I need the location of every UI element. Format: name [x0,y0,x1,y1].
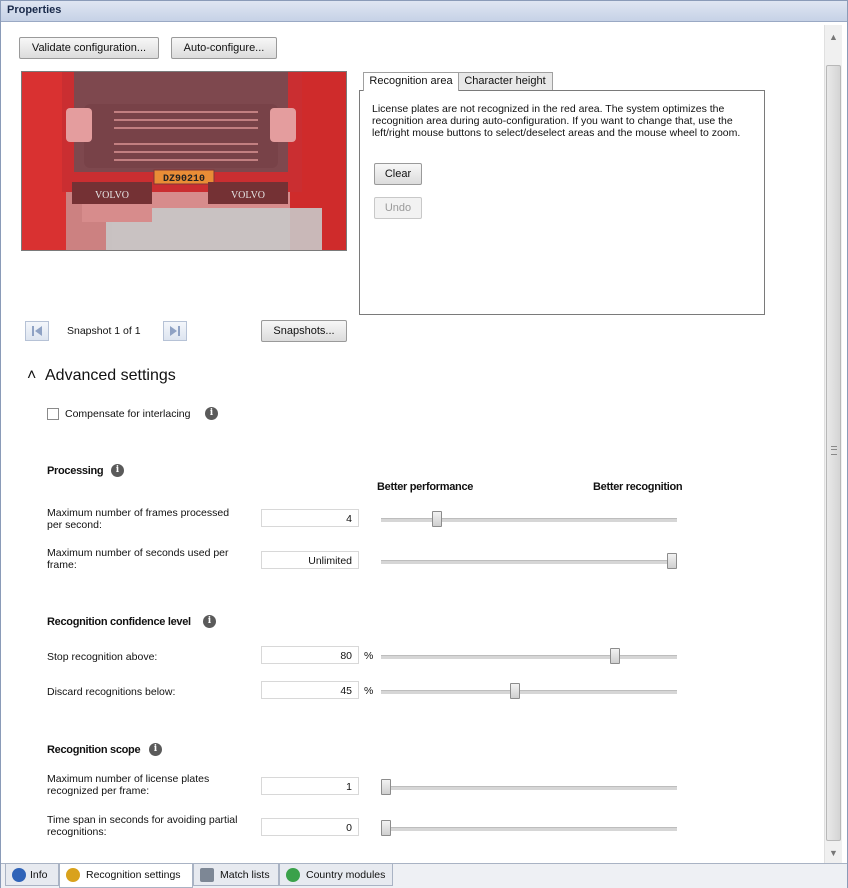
max-frames-field[interactable]: 4 [261,509,359,527]
max-plates-slider-track [381,786,677,790]
info-icon[interactable]: i [111,464,124,477]
tab-country-modules-label: Country modules [306,869,386,881]
stop-recognition-label: Stop recognition above: [47,651,158,663]
previous-icon [32,326,42,336]
advanced-toggle-icon[interactable]: ˄ [27,367,36,385]
scroll-down-icon[interactable]: ▼ [826,845,841,861]
tab-country-modules[interactable]: Country modules [279,864,393,886]
max-frames-slider-track [381,518,677,522]
confidence-title: Recognition confidence level [47,616,191,628]
tab-character-height[interactable]: Character height [457,72,553,90]
previous-snapshot-button[interactable] [25,321,49,341]
info-icon[interactable]: i [205,407,218,420]
max-seconds-slider-thumb[interactable] [667,553,677,569]
stop-recognition-slider-track [381,655,677,659]
stop-recognition-field[interactable]: 80 [261,646,359,664]
compensate-interlacing-label: Compensate for interlacing [65,408,191,420]
scope-title: Recognition scope [47,744,141,756]
max-seconds-field[interactable]: Unlimited [261,551,359,569]
max-seconds-label: Maximum number of seconds used per frame… [47,547,229,571]
recognition-area-description: License plates are not recognized in the… [372,103,741,139]
snapshot-preview[interactable]: DZ90210 VOLVO VOLVO [21,71,347,251]
bottom-tab-bar: Info Recognition settings Match lists Co… [1,863,847,888]
info-icon[interactable]: i [203,615,216,628]
better-recognition-label: Better recognition [593,481,683,493]
plate-text: DZ90210 [163,174,205,185]
recognition-settings-icon [66,868,80,882]
time-span-slider-thumb[interactable] [381,820,391,836]
max-seconds-slider-track [381,560,677,564]
max-plates-label: Maximum number of license plates recogni… [47,773,210,797]
undo-button[interactable]: Undo [374,197,422,219]
stop-recognition-slider-thumb[interactable] [609,648,620,664]
scrollbar-thumb[interactable] [826,65,841,841]
snapshots-button[interactable]: Snapshots... [261,320,347,342]
recognition-area-panel: License plates are not recognized in the… [359,90,765,315]
discard-recognitions-unit: % [364,685,374,697]
grip-icon [831,446,837,455]
vertical-scrollbar[interactable]: ▲ ▼ [824,25,842,863]
time-span-label: Time span in seconds for avoiding partia… [47,814,238,838]
tab-recognition-settings[interactable]: Recognition settings [59,864,193,888]
brand-left: VOLVO [95,190,129,201]
tab-info[interactable]: Info [5,864,59,886]
validate-configuration-button[interactable]: Validate configuration... [19,37,159,59]
next-icon [170,326,180,336]
window-title: Properties [7,4,62,16]
scroll-up-icon[interactable]: ▲ [826,29,841,45]
brand-right: VOLVO [231,190,265,201]
tab-recognition-settings-label: Recognition settings [86,869,181,881]
max-plates-field[interactable]: 1 [261,777,359,795]
better-performance-label: Better performance [377,481,474,493]
properties-window: Properties Validate configuration... Aut… [0,0,848,888]
discard-recognitions-label: Discard recognitions below: [47,686,176,698]
next-snapshot-button[interactable] [163,321,187,341]
tab-info-label: Info [30,869,48,881]
compensate-interlacing-checkbox[interactable] [47,408,59,420]
tab-recognition-area[interactable]: Recognition area [363,72,459,91]
snapshot-counter: Snapshot 1 of 1 [67,325,141,337]
max-frames-slider-thumb[interactable] [432,511,443,527]
time-span-slider-track [381,827,677,831]
advanced-settings-title[interactable]: Advanced settings [45,367,176,385]
clear-button[interactable]: Clear [374,163,422,185]
tab-match-lists[interactable]: Match lists [193,864,279,886]
processing-title: Processing [47,465,104,477]
max-frames-label: Maximum number of frames processed per s… [47,507,230,531]
stop-recognition-unit: % [364,650,374,662]
properties-content: Validate configuration... Auto-configure… [7,25,821,863]
tab-match-lists-label: Match lists [220,869,270,881]
time-span-field[interactable]: 0 [261,818,359,836]
info-icon [12,868,26,882]
country-modules-icon [286,868,300,882]
title-bar: Properties [1,1,847,22]
truck-snapshot-image: DZ90210 VOLVO VOLVO [22,72,346,250]
discard-recognitions-slider-track [381,690,677,694]
auto-configure-button[interactable]: Auto-configure... [171,37,277,59]
discard-recognitions-slider-thumb[interactable] [509,683,520,699]
max-plates-slider-thumb[interactable] [381,779,391,795]
match-lists-icon [200,868,214,882]
discard-recognitions-field[interactable]: 45 [261,681,359,699]
info-icon[interactable]: i [149,743,162,756]
